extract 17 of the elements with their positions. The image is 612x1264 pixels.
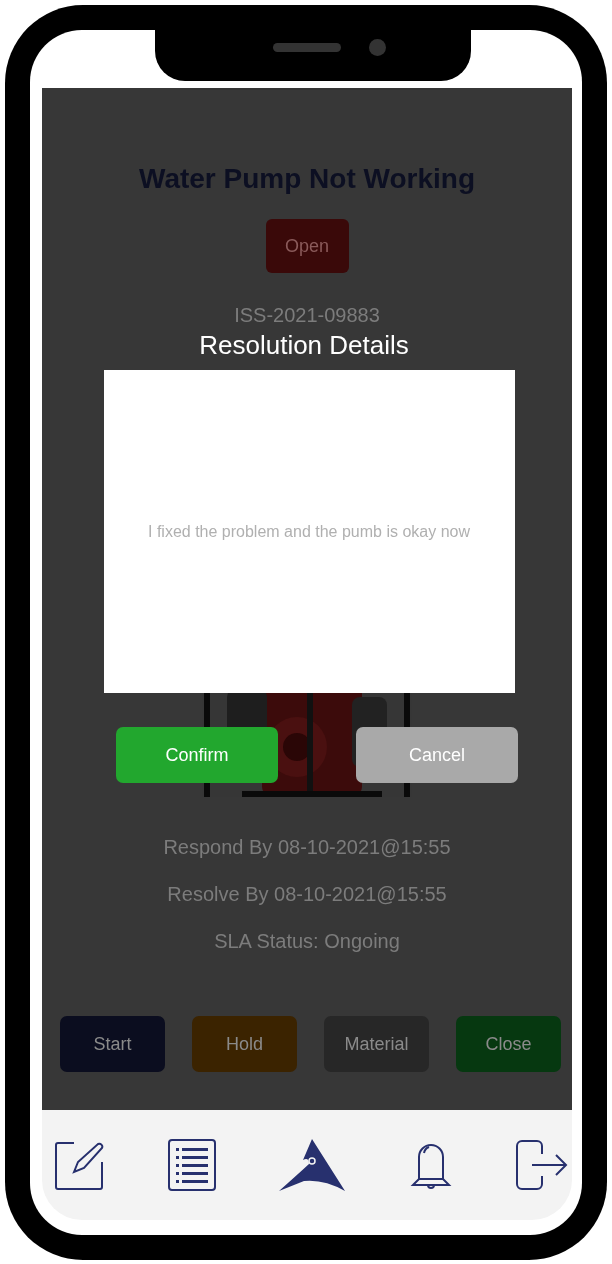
- deadline-text: Respond By 08-10-2021@15:55: [163, 835, 451, 859]
- logo-icon[interactable]: [279, 1139, 345, 1191]
- action-button[interactable]: Material: [324, 1016, 429, 1072]
- confirm-button[interactable]: Confirm: [116, 727, 278, 783]
- list-icon[interactable]: [167, 1139, 216, 1191]
- status-badge: Open: [265, 219, 349, 273]
- action-button[interactable]: Close: [456, 1016, 561, 1072]
- deadline-text: SLA Status: Ongoing: [214, 929, 400, 953]
- ticket-number: ISS-2021-09883: [234, 303, 380, 327]
- action-button[interactable]: Hold: [192, 1016, 297, 1072]
- deadline-text: Resolve By 08-10-2021@15:55: [167, 882, 447, 906]
- edit-icon[interactable]: [54, 1140, 104, 1190]
- logout-icon[interactable]: [516, 1140, 568, 1190]
- cancel-button[interactable]: Cancel: [356, 727, 518, 783]
- dialog-title: Resolution Details: [199, 329, 409, 362]
- resolution-text-area[interactable]: I fixed the problem and the pumb is okay now: [103, 370, 515, 693]
- action-button[interactable]: Start: [60, 1016, 165, 1072]
